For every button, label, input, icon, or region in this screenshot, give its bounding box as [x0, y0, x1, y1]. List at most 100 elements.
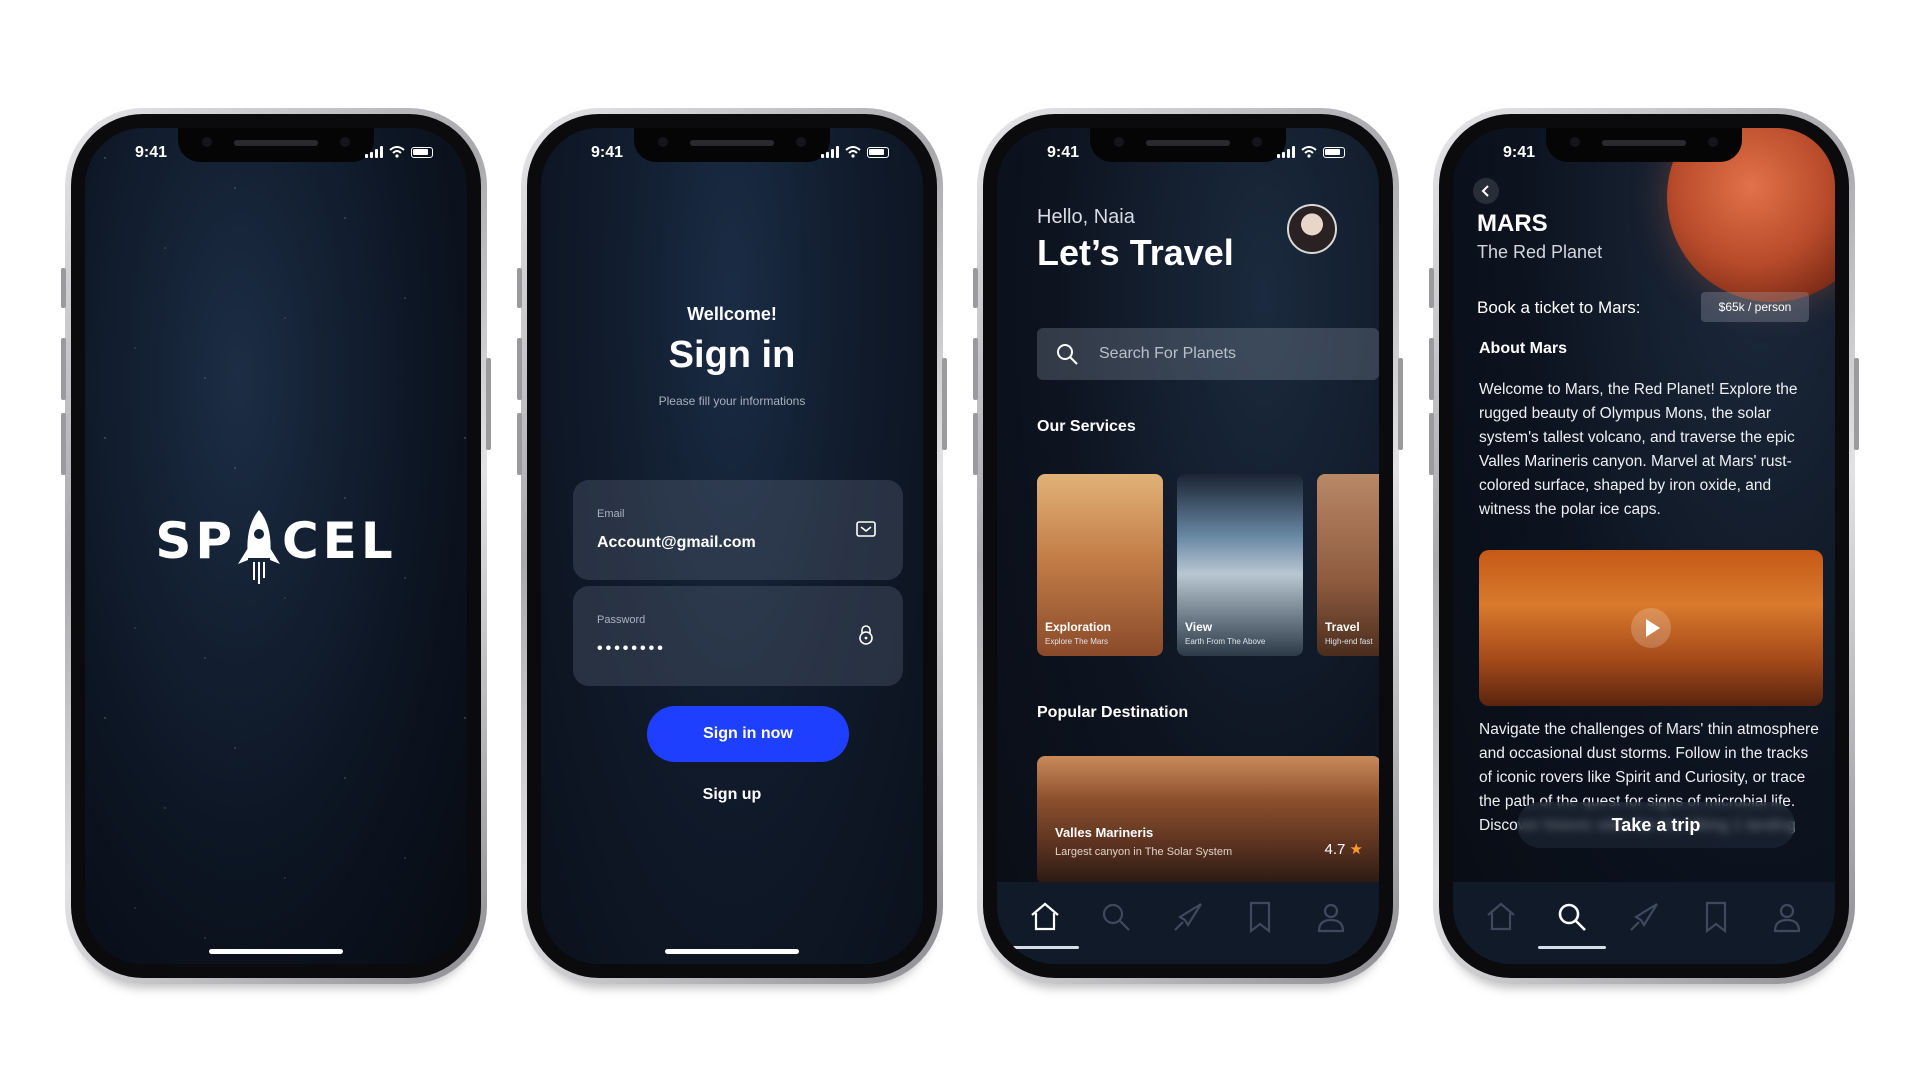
profile-icon — [1318, 903, 1345, 933]
wifi-icon — [389, 146, 405, 158]
tab-profile[interactable] — [1307, 893, 1355, 941]
volume-up-button — [61, 338, 66, 400]
page-subtitle: Please fill your informations — [658, 394, 806, 408]
volume-down-button — [973, 413, 978, 475]
bookmark-icon — [1705, 901, 1726, 934]
home-screen: 9:41 Hello, Naia Let’s Travel Our Servic… — [997, 128, 1379, 964]
signin-screen: 9:41 Wellcome! Sign in Please fill your … — [541, 128, 923, 964]
about-heading: About Mars — [1479, 340, 1567, 357]
take-trip-button[interactable]: Take a trip — [1517, 802, 1795, 848]
signal-icon — [365, 146, 383, 158]
rocket-icon — [1630, 903, 1658, 931]
logo-text-left: SP — [155, 512, 236, 570]
wifi-icon — [1301, 146, 1317, 158]
destination-desc: Largest canyon in The Solar System — [1055, 846, 1233, 858]
email-label: Email — [597, 508, 625, 520]
tab-bar — [1453, 882, 1835, 964]
battery-icon — [867, 146, 889, 158]
book-label: Book a ticket to Mars: — [1477, 298, 1641, 317]
rocket-icon — [1174, 903, 1202, 931]
rating-value: 4.7 — [1324, 841, 1346, 858]
signal-icon — [1277, 146, 1295, 158]
lock-icon[interactable] — [855, 624, 877, 646]
service-desc: Explore The Mars — [1045, 637, 1108, 646]
bookmark-icon — [1249, 901, 1270, 934]
search-icon — [1559, 903, 1587, 931]
tab-saved[interactable] — [1692, 893, 1740, 941]
service-card-view[interactable]: View Earth From The Above — [1177, 474, 1303, 656]
profile-icon — [1774, 903, 1801, 933]
signal-icon — [821, 146, 839, 158]
volume-up-button — [1429, 338, 1434, 400]
power-button — [942, 358, 947, 450]
tab-search[interactable] — [1538, 893, 1607, 949]
planet-tagline: The Red Planet — [1477, 242, 1603, 262]
service-desc: High-end fast — [1325, 637, 1373, 646]
greeting-text: Hello, Naia — [1037, 206, 1135, 228]
destination-name: Valles Marineris — [1055, 825, 1154, 840]
status-bar: 9:41 — [85, 142, 467, 166]
status-time: 9:41 — [135, 144, 168, 161]
tab-home[interactable] — [1010, 893, 1079, 949]
power-button — [486, 358, 491, 450]
power-button — [1854, 358, 1859, 450]
mute-switch — [1429, 268, 1434, 308]
app-logo: SP CEL — [85, 508, 467, 586]
signin-button[interactable]: Sign in now — [647, 706, 849, 762]
status-time: 9:41 — [1503, 144, 1536, 161]
service-card-exploration[interactable]: Exploration Explore The Mars — [1037, 474, 1163, 656]
rocket-icon — [236, 508, 282, 586]
price-badge[interactable]: $65k / person — [1701, 292, 1809, 322]
popular-heading: Popular Destination — [1037, 704, 1189, 721]
mute-switch — [61, 268, 66, 308]
tab-profile[interactable] — [1763, 893, 1811, 941]
home-indicator[interactable] — [209, 949, 343, 954]
home-indicator[interactable] — [665, 949, 799, 954]
video-player[interactable] — [1479, 550, 1823, 706]
password-field[interactable]: Password •••••••• — [573, 586, 903, 686]
tab-saved[interactable] — [1236, 893, 1284, 941]
search-icon — [1057, 344, 1078, 365]
star-icon: ★ — [1349, 841, 1363, 858]
logo-text-right: CEL — [281, 512, 397, 570]
splash-screen: 9:41 SP CEL — [85, 128, 467, 964]
tab-trips[interactable] — [1620, 893, 1668, 941]
tab-home[interactable] — [1477, 893, 1525, 941]
planet-name: MARS — [1477, 210, 1548, 237]
destination-rating: 4.7 ★ — [1325, 840, 1363, 858]
search-bar[interactable] — [1037, 328, 1379, 380]
signup-link[interactable]: Sign up — [541, 786, 923, 804]
battery-icon — [411, 146, 433, 158]
page-title: Sign in — [668, 334, 796, 376]
about-text: Welcome to Mars, the Red Planet! Explore… — [1479, 381, 1798, 518]
volume-down-button — [61, 413, 66, 475]
battery-icon — [1323, 146, 1345, 158]
tab-trips[interactable] — [1164, 893, 1212, 941]
avatar[interactable] — [1287, 204, 1337, 254]
password-label: Password — [597, 614, 646, 626]
email-field[interactable]: Email Account@gmail.com — [573, 480, 903, 580]
search-icon — [1103, 903, 1131, 931]
phone-home: 9:41 Hello, Naia Let’s Travel Our Servic… — [973, 108, 1403, 984]
volume-up-button — [517, 338, 522, 400]
volume-down-button — [517, 413, 522, 475]
status-bar: 9:41 — [997, 142, 1379, 166]
status-bar: 9:41 — [541, 142, 923, 166]
detail-screen: 9:41 MARS The Red Planet Book a ticket t… — [1453, 128, 1835, 964]
volume-down-button — [1429, 413, 1434, 475]
home-icon — [1031, 902, 1059, 931]
service-card-travel[interactable]: Travel High-end fast — [1317, 474, 1379, 656]
status-time: 9:41 — [1047, 144, 1080, 161]
search-input[interactable] — [1099, 328, 1359, 380]
home-icon — [1487, 902, 1515, 931]
volume-up-button — [973, 338, 978, 400]
destination-card[interactable]: Valles Marineris Largest canyon in The S… — [1037, 756, 1379, 884]
email-value[interactable]: Account@gmail.com — [597, 534, 756, 552]
back-button[interactable] — [1473, 178, 1499, 204]
phone-splash: 9:41 SP CEL — [61, 108, 491, 984]
tab-search[interactable] — [1092, 893, 1140, 941]
phone-detail: 9:41 MARS The Red Planet Book a ticket t… — [1429, 108, 1859, 984]
password-value[interactable]: •••••••• — [597, 640, 666, 658]
play-icon[interactable] — [1631, 608, 1671, 648]
service-title: View — [1185, 620, 1213, 634]
